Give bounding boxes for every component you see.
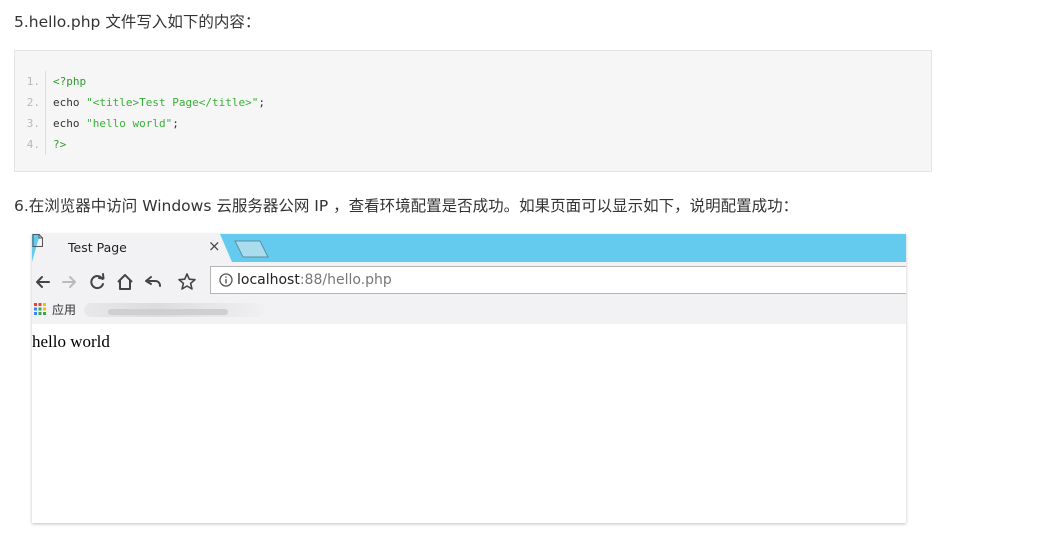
code-token: "<title>Test Page</title>" — [86, 96, 259, 109]
step-6-heading: 6.在浏览器中访问 Windows 云服务器公网 IP ，查看环境配置是否成功。… — [14, 197, 799, 215]
url-host: localhost — [237, 272, 300, 288]
tab-strip: Test Page × — [32, 234, 906, 262]
code-line: 3. echo "hello world"; — [15, 113, 179, 134]
browser-screenshot: Test Page × localhost:88/hello.php 应用 he… — [32, 234, 906, 523]
new-tab-icon[interactable] — [234, 240, 270, 258]
code-token: ; — [258, 96, 265, 109]
close-icon[interactable]: × — [208, 239, 221, 254]
line-number: 1. — [15, 71, 46, 92]
tab-shape — [32, 234, 232, 262]
code-token: "hello world" — [86, 117, 173, 130]
line-number: 4. — [15, 134, 46, 155]
bookmarks-bar: 应用 — [32, 298, 906, 323]
code-token: echo — [53, 96, 87, 109]
step-5-heading: 5.hello.php 文件写入如下的内容： — [14, 13, 261, 31]
code-token: <?php — [53, 75, 87, 88]
tab-title: Test Page — [68, 240, 127, 255]
url-text: localhost:88/hello.php — [237, 272, 392, 288]
home-icon[interactable] — [114, 271, 136, 293]
apps-grid-icon[interactable] — [34, 303, 46, 315]
code-token: echo — [53, 117, 87, 130]
blurred-bookmarks-detail — [108, 309, 228, 315]
back-arrow-icon[interactable] — [32, 271, 54, 293]
info-icon[interactable] — [219, 273, 233, 287]
tab-test-page[interactable]: Test Page × — [32, 234, 232, 262]
page-icon — [32, 234, 43, 247]
page-content-text: hello world — [32, 332, 110, 351]
code-token: ; — [172, 117, 179, 130]
code-line: 2. echo "<title>Test Page</title>"; — [15, 92, 265, 113]
address-bar[interactable]: localhost:88/hello.php — [210, 266, 906, 294]
code-line: 1. <?php — [15, 71, 86, 92]
page: 5.hello.php 文件写入如下的内容： 1. <?php 2. echo "<… — [0, 0, 1060, 560]
reload-icon[interactable] — [86, 271, 108, 293]
line-number: 2. — [15, 92, 46, 113]
star-icon[interactable] — [176, 271, 198, 293]
forward-arrow-icon[interactable] — [58, 271, 80, 293]
undo-icon[interactable] — [142, 271, 164, 293]
line-number: 3. — [15, 113, 46, 134]
page-viewport: hello world — [32, 324, 906, 523]
code-block: 1. <?php 2. echo "<title>Test Page</title>… — [14, 50, 932, 172]
url-path: :88/hello.php — [299, 272, 392, 288]
code-token: ?> — [53, 138, 67, 151]
browser-toolbar: localhost:88/hello.php 应用 — [32, 262, 906, 352]
apps-bookmark-label[interactable]: 应用 — [52, 301, 76, 318]
code-line: 4. ?> — [15, 134, 66, 155]
